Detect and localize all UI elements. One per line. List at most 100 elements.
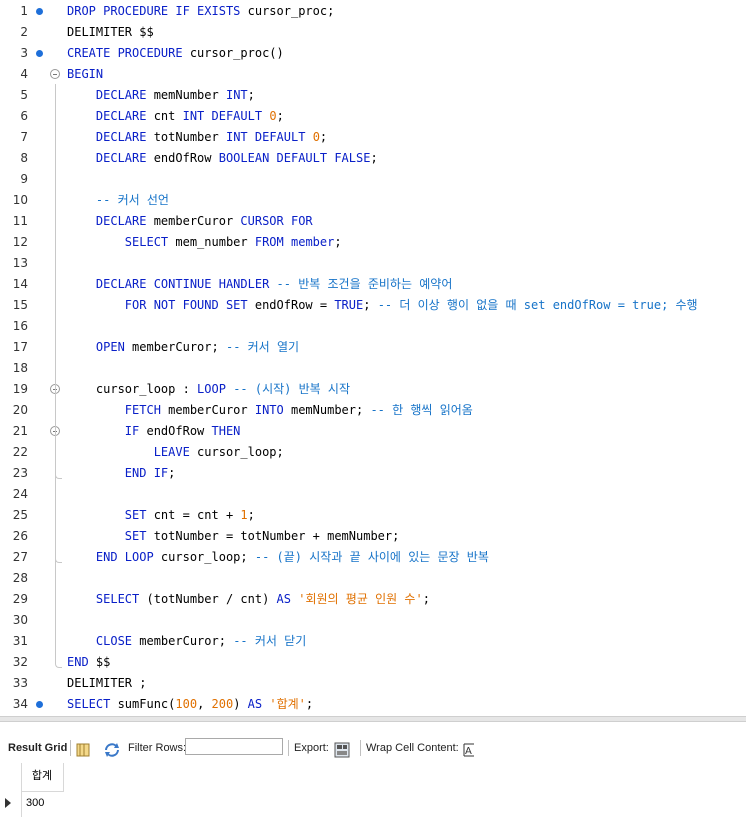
code-line[interactable]: 2 DELIMITER $$ [0, 22, 746, 43]
export-label: Export: [294, 742, 329, 754]
statement-marker-icon [36, 701, 43, 708]
code-line[interactable]: 5 DECLARE memNumber INT; [0, 85, 746, 106]
code-text: END $$ [67, 652, 110, 673]
code-text: SET totNumber = totNumber + memNumber; [67, 526, 400, 547]
keyword-token: BEGIN [67, 67, 104, 81]
line-number: 13 [12, 256, 28, 270]
wrap-cell-content-icon[interactable]: A [462, 740, 476, 757]
line-number: 21 [12, 424, 28, 438]
line-number: 31 [12, 634, 28, 648]
statement-marker-icon [36, 50, 43, 57]
code-line[interactable]: 3 CREATE PROCEDURE cursor_proc() [0, 43, 746, 64]
code-token: cursor_loop; [153, 550, 255, 564]
code-line[interactable]: 12 SELECT mem_number FROM member; [0, 232, 746, 253]
code-line[interactable]: 26 SET totNumber = totNumber + memNumber… [0, 526, 746, 547]
comment-token: -- (끝) 시작과 끝 사이에 있는 문장 반복 [254, 550, 489, 564]
keyword-token: INT DEFAULT [182, 109, 263, 123]
code-line[interactable]: 6 DECLARE cnt INT DEFAULT 0; [0, 106, 746, 127]
code-token: cursor_proc; [240, 4, 335, 18]
grid-cell[interactable]: 300 [21, 793, 63, 813]
code-line[interactable]: 11 DECLARE memberCuror CURSOR FOR [0, 211, 746, 232]
current-row-arrow-icon [5, 798, 11, 808]
code-text: DECLARE totNumber INT DEFAULT 0; [67, 127, 327, 148]
line-number: 3 [20, 46, 28, 60]
code-line[interactable]: 1 DROP PROCEDURE IF EXISTS cursor_proc; [0, 1, 746, 22]
filter-rows-input[interactable] [185, 738, 283, 755]
code-text: DECLARE CONTINUE HANDLER -- 반복 조건을 준비하는 … [67, 274, 452, 295]
code-line[interactable]: 19 cursor_loop : LOOP -- (시작) 반복 시작 [0, 379, 746, 400]
code-line[interactable]: 10 -- 커서 선언 [0, 190, 746, 211]
keyword-token: IF [124, 424, 140, 438]
code-text: SET cnt = cnt + 1; [67, 505, 255, 526]
line-number: 8 [20, 151, 28, 165]
result-grid[interactable]: 합계 300 [0, 763, 746, 817]
keyword-token: SELECT [95, 592, 140, 606]
code-line[interactable]: 30 [0, 610, 746, 631]
line-number: 11 [12, 214, 28, 228]
keyword-token: INTO [254, 403, 284, 417]
result-grid-tab[interactable]: Result Grid [8, 733, 67, 763]
code-line[interactable]: 28 [0, 568, 746, 589]
export-icon[interactable] [334, 740, 352, 758]
refresh-icon[interactable] [103, 740, 121, 757]
sql-editor[interactable]: 1 DROP PROCEDURE IF EXISTS cursor_proc; 2 D… [0, 0, 746, 716]
code-line[interactable]: 13 [0, 253, 746, 274]
keyword-token: INT [225, 88, 248, 102]
code-line[interactable]: 29 SELECT (totNumber / cnt) AS '회원의 평균 인… [0, 589, 746, 610]
fold-collapse-icon[interactable] [50, 69, 60, 79]
wrap-cell-content-label: Wrap Cell Content: [366, 742, 459, 754]
column-header[interactable]: 합계 [21, 763, 64, 792]
code-line[interactable]: 32 END $$ [0, 652, 746, 673]
code-token: ; [370, 151, 378, 165]
code-line[interactable]: 22 LEAVE cursor_loop; [0, 442, 746, 463]
code-token: totNumber [146, 130, 226, 144]
code-line[interactable]: 24 [0, 484, 746, 505]
code-line[interactable]: 17 OPEN memberCuror; -- 커서 열기 [0, 337, 746, 358]
code-line[interactable]: 21 IF endOfRow THEN [0, 421, 746, 442]
panel-splitter[interactable] [0, 716, 746, 722]
code-line[interactable]: 23 END IF; [0, 463, 746, 484]
form-editor-icon[interactable] [76, 740, 90, 757]
string-token: '회원의 평균 인원 수' [298, 592, 423, 606]
statement-marker-icon [36, 8, 43, 15]
fold-guide-end-begin [55, 661, 62, 668]
code-line[interactable]: 14 DECLARE CONTINUE HANDLER -- 반복 조건을 준비… [0, 274, 746, 295]
line-number: 27 [12, 550, 28, 564]
code-line[interactable]: 9 [0, 169, 746, 190]
line-number: 6 [20, 109, 28, 123]
keyword-token: FETCH [124, 403, 161, 417]
keyword-token: LOOP [197, 382, 226, 396]
line-number: 20 [12, 403, 28, 417]
code-text: END LOOP cursor_loop; -- (끝) 시작과 끝 사이에 있… [67, 547, 489, 568]
code-text: CLOSE memberCuror; -- 커서 닫기 [67, 631, 306, 652]
line-number: 16 [12, 319, 28, 333]
toolbar-separator [288, 740, 289, 756]
code-token: ; [319, 130, 328, 144]
code-line[interactable]: 34 SELECT sumFunc(100, 200) AS '합계'; [0, 694, 746, 715]
code-line[interactable]: 8 DECLARE endOfRow BOOLEAN DEFAULT FALSE… [0, 148, 746, 169]
line-number: 33 [12, 676, 28, 690]
code-line[interactable]: 7 DECLARE totNumber INT DEFAULT 0; [0, 127, 746, 148]
code-line[interactable]: 20 FETCH memberCuror INTO memNumber; -- … [0, 400, 746, 421]
code-line[interactable]: 27 END LOOP cursor_loop; -- (끝) 시작과 끝 사이… [0, 547, 746, 568]
code-line[interactable]: 31 CLOSE memberCuror; -- 커서 닫기 [0, 631, 746, 652]
number-token: 100 [175, 697, 198, 711]
code-text: OPEN memberCuror; -- 커서 열기 [67, 337, 299, 358]
code-line[interactable]: 16 [0, 316, 746, 337]
code-line[interactable]: 18 [0, 358, 746, 379]
code-line[interactable]: 25 SET cnt = cnt + 1; [0, 505, 746, 526]
keyword-token: member [291, 235, 335, 249]
code-text: SELECT sumFunc(100, 200) AS '합계'; [67, 694, 313, 715]
row-header-column [0, 763, 22, 817]
code-line[interactable]: 4 BEGIN [0, 64, 746, 85]
code-line[interactable]: 33 DELIMITER ; [0, 673, 746, 694]
code-line[interactable]: 15 FOR NOT FOUND SET endOfRow = TRUE; --… [0, 295, 746, 316]
code-token: (totNumber / cnt) [139, 592, 277, 606]
code-token: mem_number [168, 235, 255, 249]
